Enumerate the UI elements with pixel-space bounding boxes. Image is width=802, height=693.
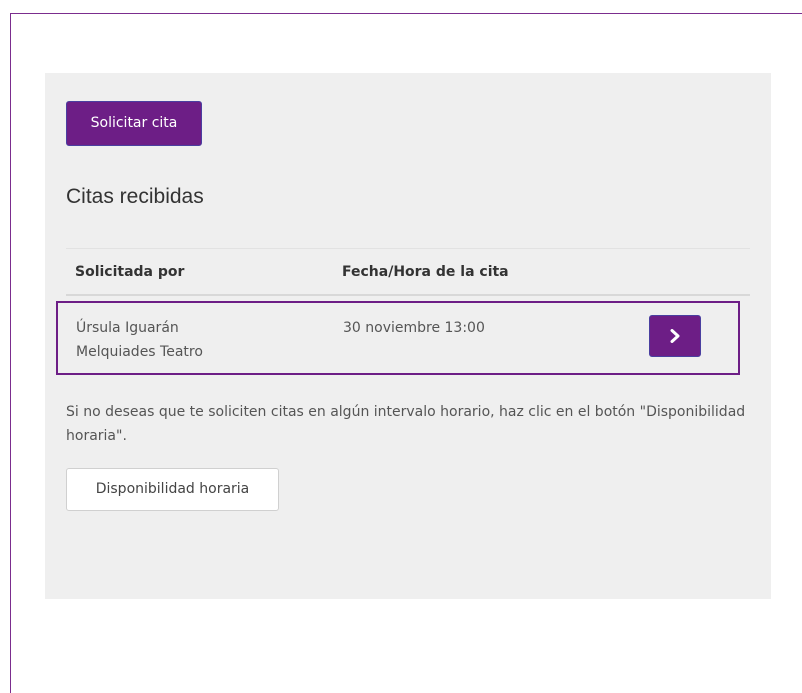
view-appointment-button[interactable]	[649, 315, 701, 357]
section-title: Citas recibidas	[66, 185, 204, 208]
requester-name: Úrsula Iguarán	[76, 320, 179, 336]
requester-organization: Melquiades Teatro	[76, 344, 203, 360]
availability-button[interactable]: Disponibilidad horaria	[66, 468, 279, 511]
request-appointment-button[interactable]: Solicitar cita	[66, 101, 202, 146]
requester-cell: Úrsula Iguarán Melquiades Teatro	[76, 316, 203, 364]
header-requested-by: Solicitada por	[75, 264, 185, 280]
appointment-datetime: 30 noviembre 13:00	[343, 320, 485, 336]
header-datetime: Fecha/Hora de la cita	[342, 264, 509, 280]
table-header: Solicitada por Fecha/Hora de la cita	[66, 248, 750, 296]
availability-info-text: Si no deseas que te soliciten citas en a…	[66, 404, 746, 444]
table-row[interactable]: Úrsula Iguarán Melquiades Teatro 30 novi…	[56, 301, 740, 375]
chevron-right-icon	[670, 329, 680, 343]
appointments-table: Solicitada por Fecha/Hora de la cita Úrs…	[56, 248, 750, 375]
appointments-panel: Solicitar cita Citas recibidas Solicitad…	[45, 73, 771, 599]
